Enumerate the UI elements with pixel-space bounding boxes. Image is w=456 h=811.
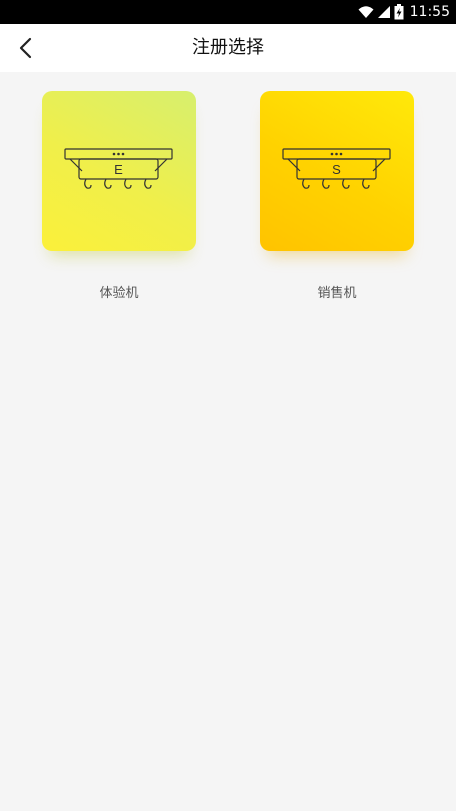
- status-icons: [358, 4, 404, 20]
- option-card-experience[interactable]: E: [42, 91, 196, 251]
- header: 注册选择: [0, 24, 456, 72]
- machine-letter: E: [114, 162, 123, 177]
- option-card-sales[interactable]: S: [260, 91, 414, 251]
- option-label-experience[interactable]: 体验机: [42, 282, 196, 301]
- page-title: 注册选择: [192, 37, 264, 58]
- signal-icon: [377, 6, 390, 18]
- status-bar: 11:55: [0, 0, 456, 24]
- wifi-icon: [358, 6, 374, 18]
- option-label-sales[interactable]: 销售机: [260, 282, 414, 301]
- machine-icon: E: [64, 148, 173, 189]
- machine-icon: S: [282, 148, 391, 189]
- machine-letter: S: [332, 162, 341, 177]
- battery-icon: [394, 4, 404, 20]
- status-time: 11:55: [409, 4, 450, 20]
